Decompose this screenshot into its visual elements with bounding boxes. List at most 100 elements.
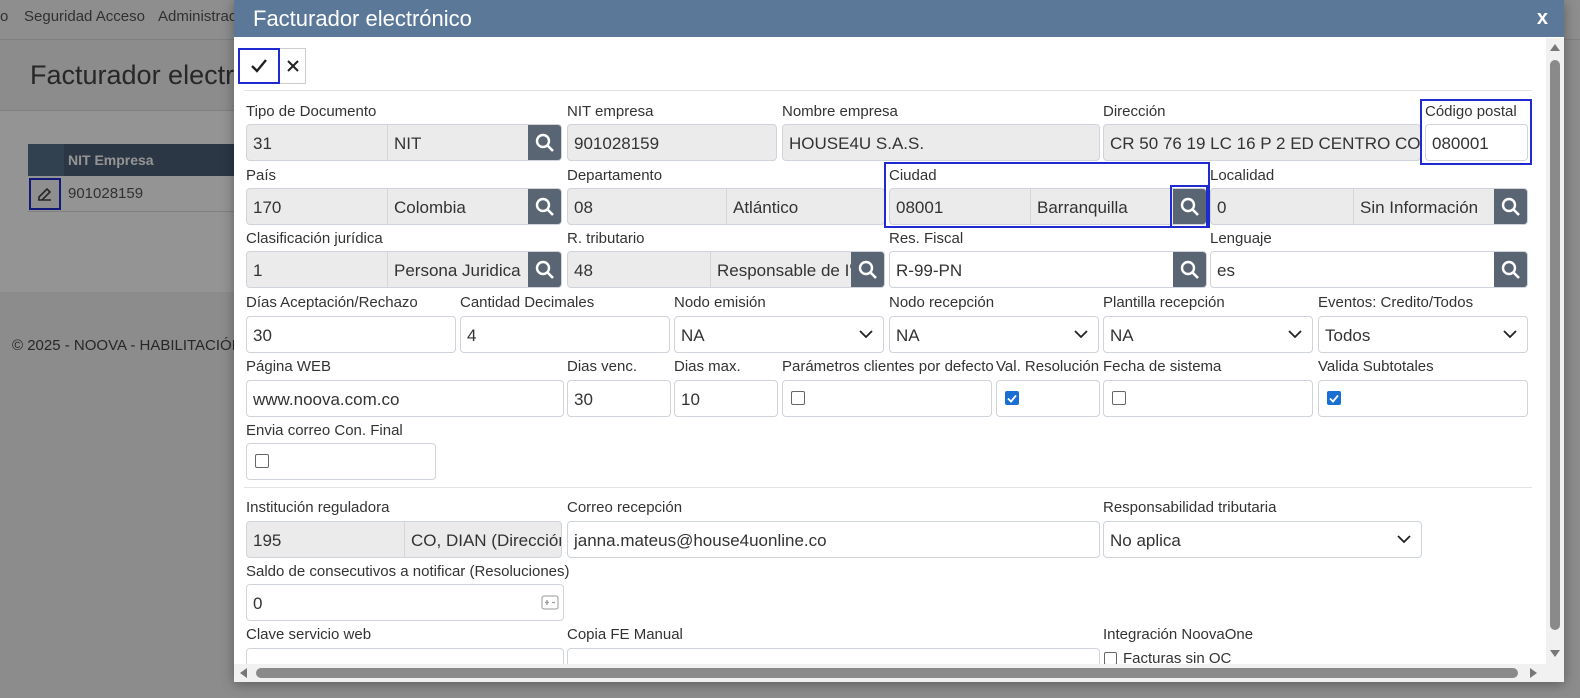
scroll-left-icon[interactable] <box>240 668 247 678</box>
eventos-label: Eventos: Credito/Todos <box>1318 294 1474 311</box>
clasificacion-code: 1 <box>253 261 263 280</box>
close-button[interactable]: x <box>1537 7 1548 30</box>
dias-aceptacion-field[interactable]: 30 <box>246 316 456 353</box>
departamento-name: Atlántico <box>726 189 850 224</box>
scroll-down-icon[interactable] <box>1550 650 1560 657</box>
pagina-web-field[interactable]: www.noova.com.co <box>246 380 564 417</box>
integracion-label: Integración NoovaOne <box>1103 626 1254 643</box>
val-resolucion-label: Val. Resolución <box>996 358 1100 375</box>
nodo-recepcion-select[interactable]: NA <box>889 316 1099 353</box>
save-button[interactable] <box>238 48 280 84</box>
lenguaje-value[interactable]: es <box>1211 252 1491 287</box>
nodo-emision-select[interactable]: NA <box>674 316 884 353</box>
dias-venc-field[interactable]: 30 <box>567 380 671 417</box>
nodo-emision-value: NA <box>681 326 705 345</box>
facturador-modal: Facturador electrónico x Tipo de Documen… <box>234 0 1564 682</box>
departamento-label: Departamento <box>567 167 663 184</box>
parametros-clientes-checkbox[interactable] <box>791 391 805 405</box>
codigo-postal-field[interactable]: 080001 <box>1425 124 1528 161</box>
localidad-search-button[interactable] <box>1494 189 1527 224</box>
facturas-sin-oc-checkbox[interactable] <box>1104 652 1117 664</box>
localidad-lookup: 0 Sin Información <box>1210 188 1528 225</box>
res-fiscal-value[interactable]: R-99-PN <box>890 252 1170 287</box>
modal-header: Facturador electrónico x <box>234 0 1564 37</box>
cantidad-decimales-field[interactable]: 4 <box>460 316 670 353</box>
r-tributario-label: R. tributario <box>567 230 645 247</box>
correo-recepcion-label: Correo recepción <box>567 499 683 516</box>
number-spinner-icon <box>541 595 559 610</box>
parametros-clientes-wrapper <box>782 380 992 417</box>
copia-fe-field[interactable] <box>567 648 1100 664</box>
ciudad-name: Barranquilla <box>1030 189 1174 224</box>
direccion-field[interactable]: CR 50 76 19 LC 16 P 2 ED CENTRO COM <box>1103 124 1421 161</box>
lenguaje-search-button[interactable] <box>1494 252 1527 287</box>
localidad-name: Sin Información <box>1353 189 1493 224</box>
institucion-code: 195 <box>253 531 282 550</box>
pagina-web-label: Página WEB <box>246 358 332 375</box>
clasificacion-search-button[interactable] <box>528 252 561 287</box>
search-icon <box>535 133 554 152</box>
cancel-button[interactable] <box>280 48 306 84</box>
divider <box>244 487 1532 488</box>
check-icon <box>1007 394 1017 403</box>
envia-correo-wrapper <box>246 443 436 480</box>
r-tributario-name: Responsable de I' <box>710 252 852 287</box>
correo-recepcion-field[interactable]: janna.mateus@house4uonline.co <box>567 521 1100 558</box>
departamento-lookup: 08 Atlántico <box>567 188 885 225</box>
scroll-up-icon[interactable] <box>1550 44 1560 51</box>
scroll-right-icon[interactable] <box>1530 668 1537 678</box>
clasificacion-lookup: 1 Persona Juridica <box>246 251 562 288</box>
localidad-code: 0 <box>1217 198 1227 217</box>
res-fiscal-lookup: R-99-PN <box>889 251 1207 288</box>
saldo-consecutivos-label: Saldo de consecutivos a notificar (Resol… <box>246 563 570 580</box>
nit-empresa-label: NIT empresa <box>567 103 654 120</box>
checkmark-icon <box>251 59 267 73</box>
search-icon <box>535 260 554 279</box>
valida-subtotales-wrapper <box>1318 380 1528 417</box>
pais-search-button[interactable] <box>528 189 561 224</box>
pais-code: 170 <box>253 198 282 217</box>
facturas-sin-oc-label: Facturas sin OC <box>1123 651 1232 664</box>
direccion-label: Dirección <box>1103 103 1166 120</box>
plantilla-recepcion-select[interactable]: NA <box>1103 316 1313 353</box>
nodo-emision-label: Nodo emisión <box>674 294 766 311</box>
dias-venc-label: Dias venc. <box>567 358 638 375</box>
tipo-documento-code: 31 <box>253 134 272 153</box>
nombre-empresa-label: Nombre empresa <box>782 103 898 120</box>
search-icon <box>1180 197 1199 216</box>
eventos-select[interactable]: Todos <box>1318 316 1528 353</box>
r-tributario-search-button[interactable] <box>851 252 884 287</box>
institucion-label: Institución reguladora <box>246 499 390 516</box>
close-icon <box>286 60 299 72</box>
val-resolucion-checkbox[interactable] <box>1005 391 1019 405</box>
envia-correo-checkbox[interactable] <box>255 454 269 468</box>
chevron-down-icon <box>1397 535 1411 544</box>
tipo-documento-search-button[interactable] <box>528 125 561 160</box>
copia-fe-label: Copia FE Manual <box>567 626 683 643</box>
saldo-consecutivos-field[interactable]: 0 <box>246 584 564 621</box>
institucion-lookup: 195 CO, DIAN (Direcciór <box>246 521 562 558</box>
check-icon <box>1329 394 1339 403</box>
ciudad-label: Ciudad <box>889 167 937 184</box>
dias-max-field[interactable]: 10 <box>674 380 778 417</box>
pais-lookup: 170 Colombia <box>246 188 562 225</box>
clave-servicio-field[interactable] <box>246 648 564 664</box>
saldo-consecutivos-value: 0 <box>253 594 263 613</box>
search-icon <box>1501 260 1520 279</box>
vertical-scrollbar[interactable] <box>1546 38 1564 682</box>
vertical-scroll-thumb[interactable] <box>1550 60 1560 630</box>
valida-subtotales-checkbox[interactable] <box>1327 391 1341 405</box>
ciudad-search-button[interactable] <box>1173 189 1206 224</box>
cantidad-decimales-label: Cantidad Decimales <box>460 294 595 311</box>
res-fiscal-search-button[interactable] <box>1173 252 1206 287</box>
nit-empresa-field[interactable]: 901028159 <box>567 124 777 161</box>
horizontal-scrollbar[interactable] <box>234 664 1546 682</box>
institucion-name: CO, DIAN (Direcciór <box>404 522 561 557</box>
fecha-sistema-wrapper <box>1103 380 1313 417</box>
nombre-empresa-field[interactable]: HOUSE4U S.A.S. <box>782 124 1100 161</box>
horizontal-scroll-thumb[interactable] <box>256 668 1518 678</box>
fecha-sistema-checkbox[interactable] <box>1112 391 1126 405</box>
responsabilidad-select[interactable]: No aplica <box>1103 521 1422 558</box>
modal-title: Facturador electrónico <box>253 6 472 31</box>
clasificacion-name: Persona Juridica <box>387 252 529 287</box>
